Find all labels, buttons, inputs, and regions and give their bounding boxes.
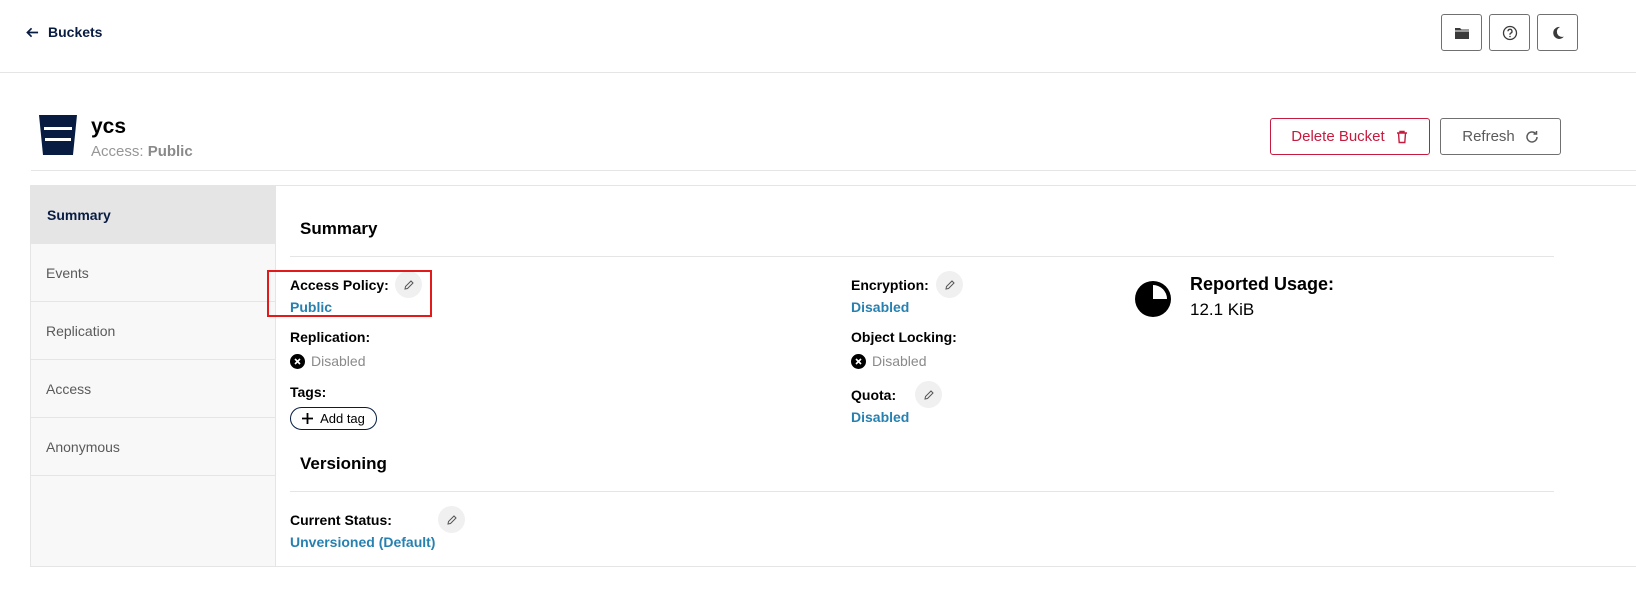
summary-panel: Summary Access Policy: Public Replicatio… xyxy=(275,185,1636,567)
back-link-label: Buckets xyxy=(48,24,103,40)
help-icon xyxy=(1502,25,1517,40)
pencil-icon xyxy=(403,279,414,290)
delete-bucket-button[interactable]: Delete Bucket xyxy=(1270,118,1430,155)
refresh-label: Refresh xyxy=(1462,128,1515,145)
summary-title: Summary xyxy=(300,219,378,238)
sidebar-item-label: Replication xyxy=(46,322,116,339)
sidebar-item-label: Events xyxy=(46,264,89,281)
arrow-left-icon xyxy=(26,27,39,37)
plus-icon xyxy=(302,413,314,424)
folder-icon xyxy=(1454,27,1469,39)
tags-label: Tags: xyxy=(290,384,327,400)
object-locking-label: Object Locking: xyxy=(851,329,957,345)
object-locking-value: Disabled xyxy=(872,353,927,369)
bucket-icon xyxy=(39,115,77,155)
add-tag-label: Add tag xyxy=(320,411,365,426)
disabled-x-icon xyxy=(290,353,305,369)
bucket-access-label: Access: xyxy=(91,143,144,160)
refresh-button[interactable]: Refresh xyxy=(1440,118,1561,155)
replication-label: Replication: xyxy=(290,329,371,345)
back-to-buckets-link[interactable]: Buckets xyxy=(26,24,102,40)
bucket-access-summary: Access: Public xyxy=(91,143,193,160)
top-bar: Buckets xyxy=(0,0,1636,73)
replication-status: Disabled xyxy=(290,353,365,369)
object-locking-status: Disabled xyxy=(851,353,926,369)
sidebar-item-label: Access xyxy=(46,380,92,397)
reported-usage-label: Reported Usage: xyxy=(1190,274,1335,294)
help-button[interactable] xyxy=(1489,14,1530,51)
edit-quota-button[interactable] xyxy=(915,381,942,408)
access-policy-value[interactable]: Public xyxy=(290,299,332,315)
sidebar-item-replication[interactable]: Replication xyxy=(31,302,275,360)
bucket-header: ycs Access: Public Delete Bucket Refresh xyxy=(31,100,1636,171)
sidebar-item-events[interactable]: Events xyxy=(31,244,275,302)
trash-icon xyxy=(1396,130,1407,143)
encryption-value[interactable]: Disabled xyxy=(851,299,909,315)
refresh-icon xyxy=(1526,130,1538,143)
quota-value[interactable]: Disabled xyxy=(851,409,909,425)
add-tag-button[interactable]: Add tag xyxy=(290,407,377,430)
disabled-x-icon xyxy=(851,353,866,369)
current-status-label: Current Status: xyxy=(290,512,392,528)
pencil-icon xyxy=(923,389,934,400)
encryption-label: Encryption: xyxy=(851,277,929,293)
quota-label: Quota: xyxy=(851,387,897,403)
pencil-icon xyxy=(944,279,955,290)
sidebar-item-summary[interactable]: Summary xyxy=(31,186,275,244)
reported-usage-value: 12.1 KiB xyxy=(1190,300,1255,319)
bucket-name: ycs xyxy=(91,115,127,138)
sidebar-item-access[interactable]: Access xyxy=(31,360,275,418)
edit-versioning-button[interactable] xyxy=(438,506,465,533)
versioning-title: Versioning xyxy=(300,454,387,473)
object-browser-button[interactable] xyxy=(1441,14,1482,51)
sidebar-item-anonymous[interactable]: Anonymous xyxy=(31,418,275,476)
edit-encryption-button[interactable] xyxy=(936,271,963,298)
summary-divider xyxy=(290,256,1554,257)
dark-mode-toggle[interactable] xyxy=(1537,14,1578,51)
bucket-settings-sidebar: Summary Events Replication Access Anonym… xyxy=(30,185,276,567)
access-policy-label: Access Policy: xyxy=(290,277,389,293)
sidebar-item-label: Anonymous xyxy=(46,438,120,455)
current-status-value[interactable]: Unversioned (Default) xyxy=(290,534,435,550)
moon-icon xyxy=(1552,26,1564,39)
usage-pie-icon xyxy=(1135,281,1171,317)
delete-bucket-label: Delete Bucket xyxy=(1291,128,1385,145)
versioning-divider xyxy=(290,491,1554,492)
edit-access-policy-button[interactable] xyxy=(395,271,422,298)
pencil-icon xyxy=(446,514,457,525)
replication-value: Disabled xyxy=(311,353,366,369)
sidebar-item-label: Summary xyxy=(47,206,111,223)
bucket-access-value: Public xyxy=(147,143,193,160)
